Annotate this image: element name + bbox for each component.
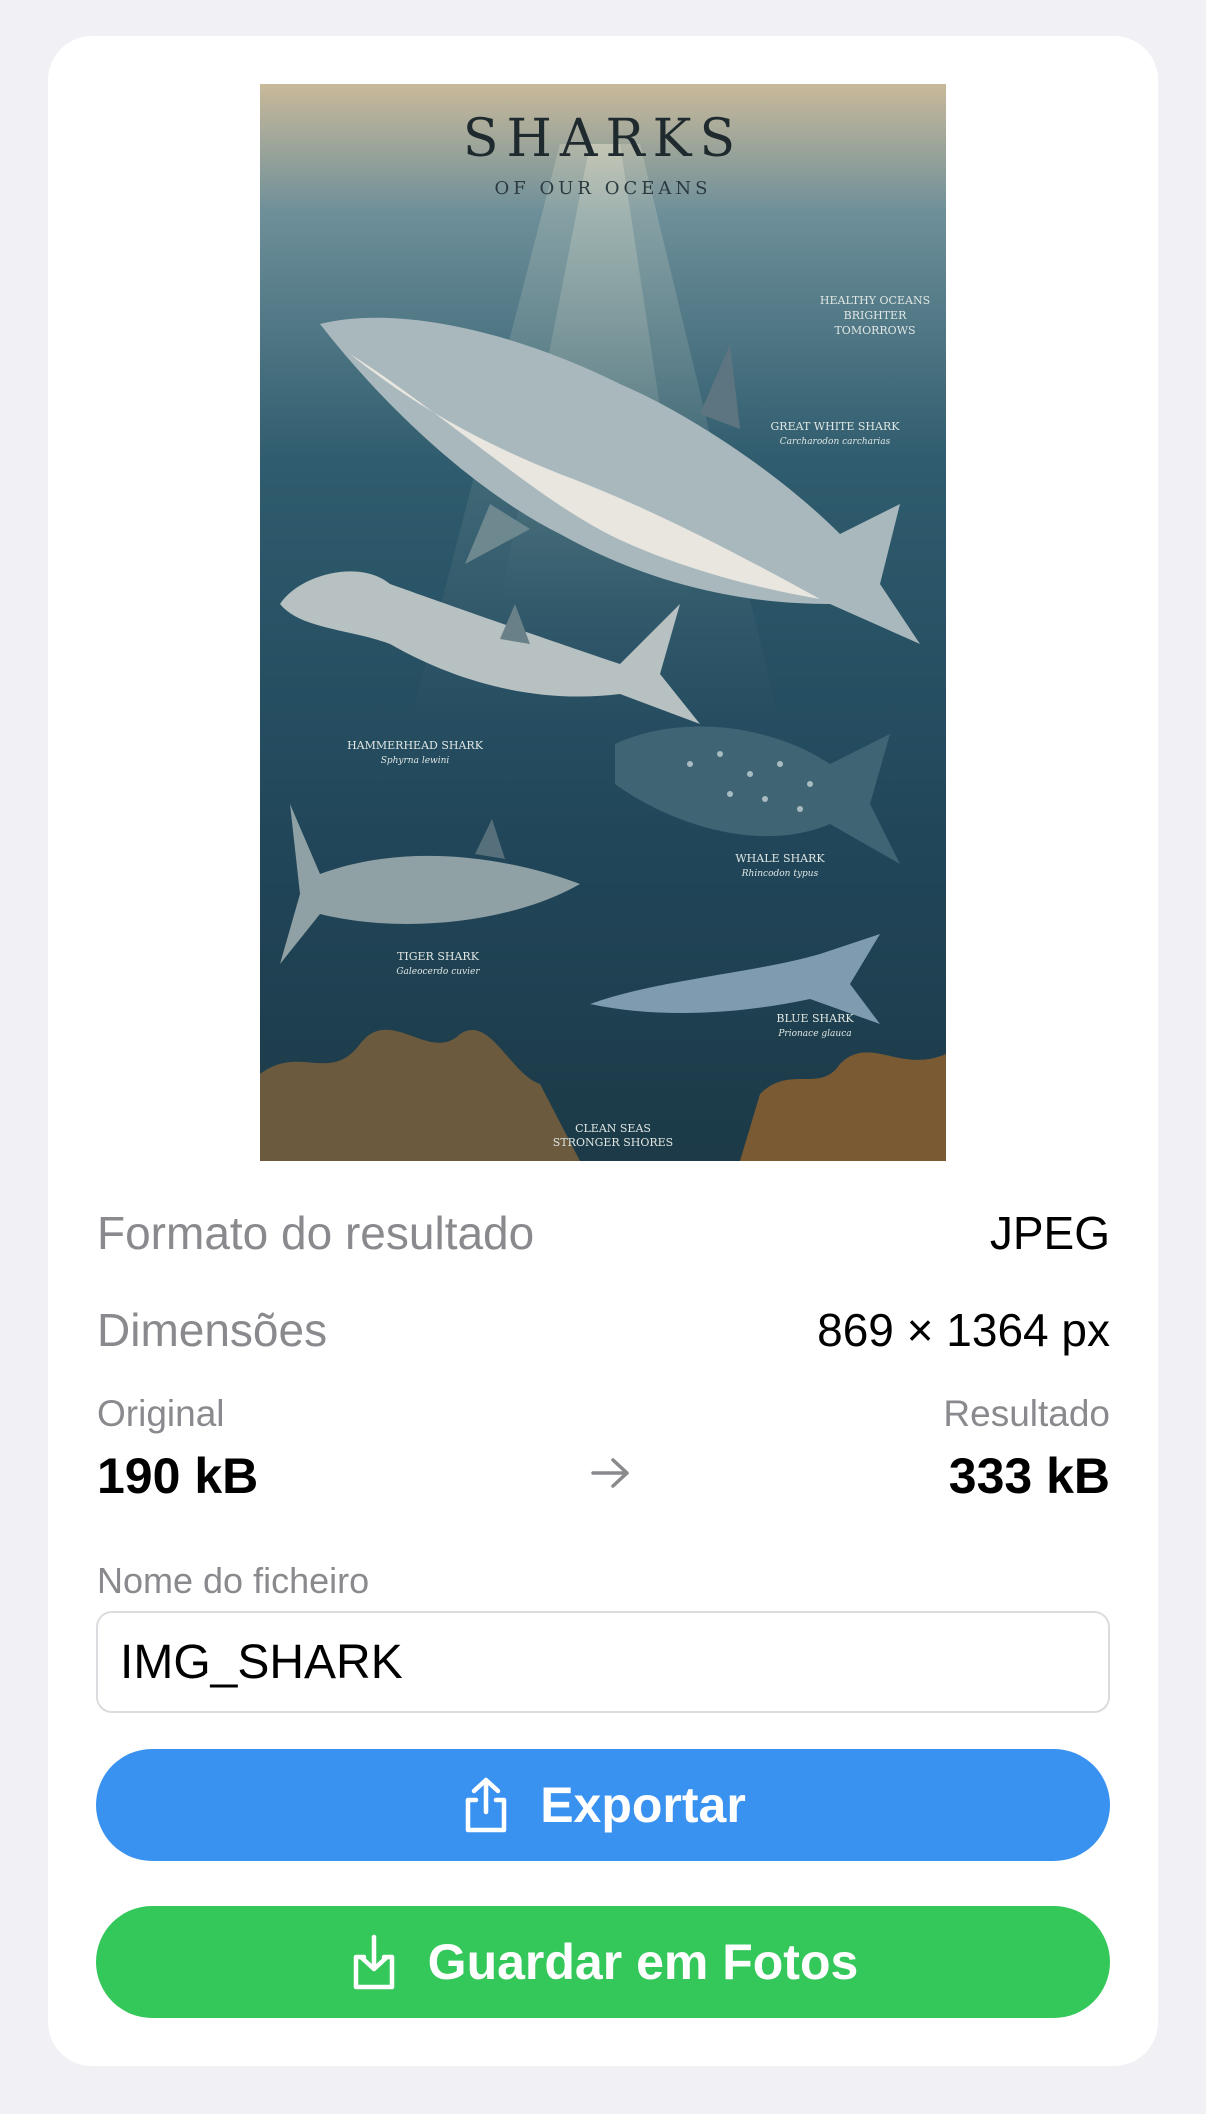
poster-species-latin: Prionace glauca	[777, 1029, 851, 1039]
size-comparison: Original 190 kB Resultado 333 kB	[97, 1393, 1110, 1504]
poster-title: SHARKS	[463, 109, 743, 169]
arrow-right-icon	[591, 1458, 629, 1488]
result-size-label: Resultado	[943, 1393, 1110, 1434]
poster-species-name: GREAT WHITE SHARK	[771, 420, 901, 433]
share-icon	[465, 1777, 507, 1833]
original-size-label: Original	[97, 1393, 225, 1434]
poster-tagline-line: CLEAN SEAS	[575, 1122, 651, 1135]
save-button-label: Guardar em Fotos	[427, 1934, 859, 1990]
export-card: SHARKS OF OUR OCEANS HEALTHY OCEANS BRIG…	[48, 36, 1158, 2066]
export-button-label: Exportar	[540, 1777, 746, 1833]
poster-tagline-line: TOMORROWS	[834, 324, 915, 337]
poster-tagline-line: HEALTHY OCEANS	[820, 294, 930, 307]
shark-poster-image: SHARKS OF OUR OCEANS HEALTHY OCEANS BRIG…	[260, 84, 946, 1161]
format-value: JPEG	[989, 1207, 1110, 1259]
download-to-device-icon	[353, 1934, 394, 1990]
export-button[interactable]: Exportar	[96, 1749, 1110, 1861]
original-size-value: 190 kB	[97, 1448, 259, 1504]
poster-species-latin: Rhincodon typus	[741, 869, 819, 879]
result-size-value: 333 kB	[948, 1448, 1110, 1504]
poster-species-name: TIGER SHARK	[397, 950, 480, 963]
poster-species-name: WHALE SHARK	[735, 852, 825, 865]
image-preview: SHARKS OF OUR OCEANS HEALTHY OCEANS BRIG…	[260, 84, 946, 1161]
save-to-photos-button[interactable]: Guardar em Fotos	[96, 1906, 1110, 2018]
format-label: Formato do resultado	[97, 1207, 535, 1259]
poster-species-name: HAMMERHEAD SHARK	[347, 739, 484, 752]
dimensions-label: Dimensões	[97, 1304, 328, 1356]
dimensions-value: 869 × 1364 px	[817, 1304, 1110, 1356]
poster-species-latin: Galeocerdo cuvier	[396, 967, 480, 977]
format-row: Formato do resultado JPEG	[97, 1203, 1110, 1263]
poster-tagline-line: BRIGHTER	[844, 309, 907, 322]
poster-subtitle: OF OUR OCEANS	[495, 178, 712, 199]
filename-input[interactable]	[96, 1611, 1110, 1713]
poster-species-name: BLUE SHARK	[776, 1012, 854, 1025]
dimensions-row: Dimensões 869 × 1364 px	[97, 1300, 1110, 1360]
poster-species-latin: Carcharodon carcharias	[780, 437, 891, 447]
poster-species-latin: Sphyrna lewini	[381, 756, 450, 766]
poster-tagline-line: STRONGER SHORES	[553, 1136, 673, 1149]
filename-label: Nome do ficheiro	[97, 1560, 370, 1601]
